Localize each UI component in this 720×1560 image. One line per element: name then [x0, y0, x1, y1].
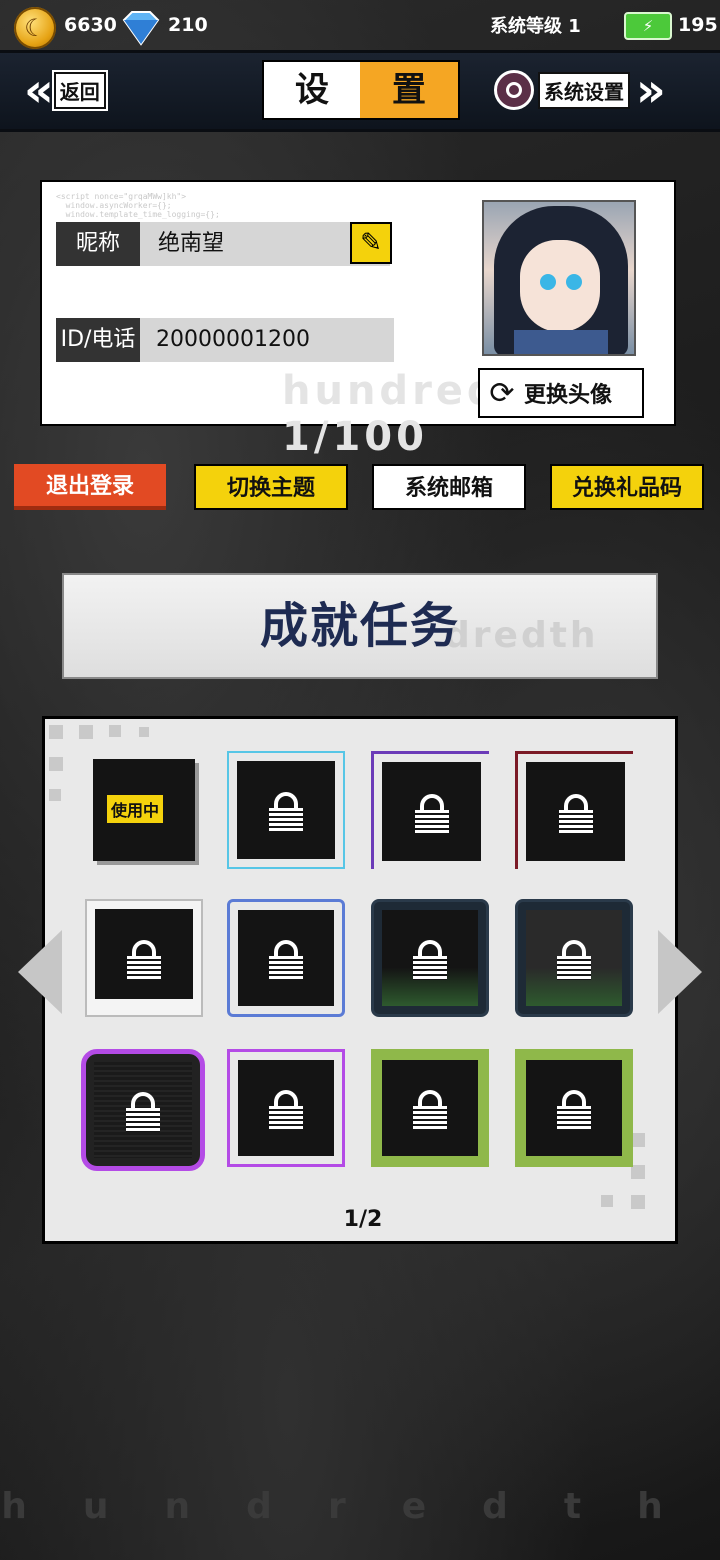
- achievements-title: 成就任务: [259, 598, 460, 654]
- decoration-square: [139, 727, 149, 737]
- decoration-square: [631, 1195, 645, 1209]
- next-page-button[interactable]: [658, 930, 702, 1014]
- gem-value: 210: [168, 14, 208, 36]
- battery-icon: ⚡: [624, 12, 672, 40]
- id-phone-label: ID/电话: [56, 318, 140, 362]
- change-avatar-button[interactable]: ⟳ 更换头像: [478, 368, 644, 418]
- in-use-tag: 使用中: [107, 795, 164, 823]
- lock-icon: [413, 940, 447, 980]
- avatar-collar: [514, 330, 608, 354]
- energy-value: 195: [678, 14, 718, 36]
- lock-icon: [558, 793, 593, 834]
- system-mail-button[interactable]: 系统邮箱: [372, 464, 526, 510]
- lock-icon: [557, 1090, 591, 1130]
- decoration-square: [631, 1133, 645, 1147]
- footer-watermark: hundredth: [1, 1486, 719, 1527]
- badge-tile-in-use[interactable]: 使用中: [85, 751, 203, 869]
- badge-tile-locked[interactable]: [371, 1049, 489, 1167]
- decoration-square: [49, 725, 63, 739]
- lock-icon: [557, 940, 591, 980]
- decoration-square: [109, 725, 121, 737]
- nickname-label: 昵称: [56, 222, 140, 266]
- decoration-square: [49, 789, 61, 801]
- decoration-square: [49, 757, 63, 771]
- coin-icon: ☾: [14, 7, 56, 49]
- badge-tile-locked[interactable]: [227, 1049, 345, 1167]
- switch-theme-button[interactable]: 切换主题: [194, 464, 348, 510]
- page-title-left: 设: [295, 70, 329, 110]
- decoration-square: [79, 725, 93, 739]
- back-label: 返回: [53, 71, 106, 109]
- avatar: [482, 200, 636, 356]
- system-settings-label: 系统设置: [538, 71, 630, 109]
- badge-tile-locked[interactable]: [371, 899, 489, 1017]
- refresh-icon: ⟳: [489, 375, 515, 411]
- lock-icon: [127, 940, 161, 980]
- logout-button[interactable]: 退出登录: [14, 464, 166, 510]
- badge-tile-locked[interactable]: [227, 751, 345, 869]
- badge-tile-locked[interactable]: [371, 751, 489, 869]
- decoration-square: [631, 1165, 645, 1179]
- badge-grid-panel: 使用中 1/2: [42, 716, 678, 1244]
- lock-icon: [413, 1090, 447, 1130]
- double-chevron-right-icon: »: [636, 63, 665, 117]
- badge-tile-locked[interactable]: [515, 1049, 633, 1167]
- avatar-eye: [566, 274, 582, 290]
- decoration-square: [601, 1195, 613, 1207]
- lock-icon: [126, 1092, 160, 1132]
- back-button[interactable]: « 返回: [24, 63, 134, 117]
- gear-icon: [494, 70, 534, 110]
- avatar-eye: [540, 274, 556, 290]
- system-settings-button[interactable]: 系统设置 »: [494, 63, 704, 117]
- badge-tile-locked[interactable]: [515, 751, 633, 869]
- lock-icon: [269, 1090, 303, 1130]
- page-title-right: 置: [360, 62, 458, 118]
- pencil-icon: ✎: [360, 228, 382, 258]
- diamond-icon: [122, 11, 160, 46]
- edit-nickname-button[interactable]: ✎: [350, 222, 392, 264]
- lock-icon: [414, 793, 449, 834]
- page-title: 设 置: [262, 60, 460, 120]
- achievements-banner: dredth 成就任务: [62, 573, 658, 679]
- page-indicator: 1/2: [343, 1207, 383, 1232]
- badge-tile-locked[interactable]: [515, 899, 633, 1017]
- badge-tile-locked[interactable]: [85, 899, 203, 1017]
- lock-icon: [269, 940, 303, 980]
- double-chevron-left-icon: «: [24, 63, 53, 117]
- lock-icon: [269, 792, 303, 832]
- profile-card: <script nonce="grqaMWw]kh"> window.async…: [40, 180, 676, 460]
- avatar-face: [520, 240, 600, 332]
- system-level-label: 系统等级 1: [490, 16, 581, 37]
- id-phone-value: 20000001200: [140, 318, 394, 362]
- badge-tile-locked[interactable]: [227, 899, 345, 1017]
- redeem-code-button[interactable]: 兑换礼品码: [550, 464, 704, 510]
- coin-value: 6630: [64, 14, 117, 36]
- prev-page-button[interactable]: [18, 930, 62, 1014]
- change-avatar-label: 更换头像: [524, 383, 613, 408]
- badge-tile-locked[interactable]: [81, 1049, 205, 1171]
